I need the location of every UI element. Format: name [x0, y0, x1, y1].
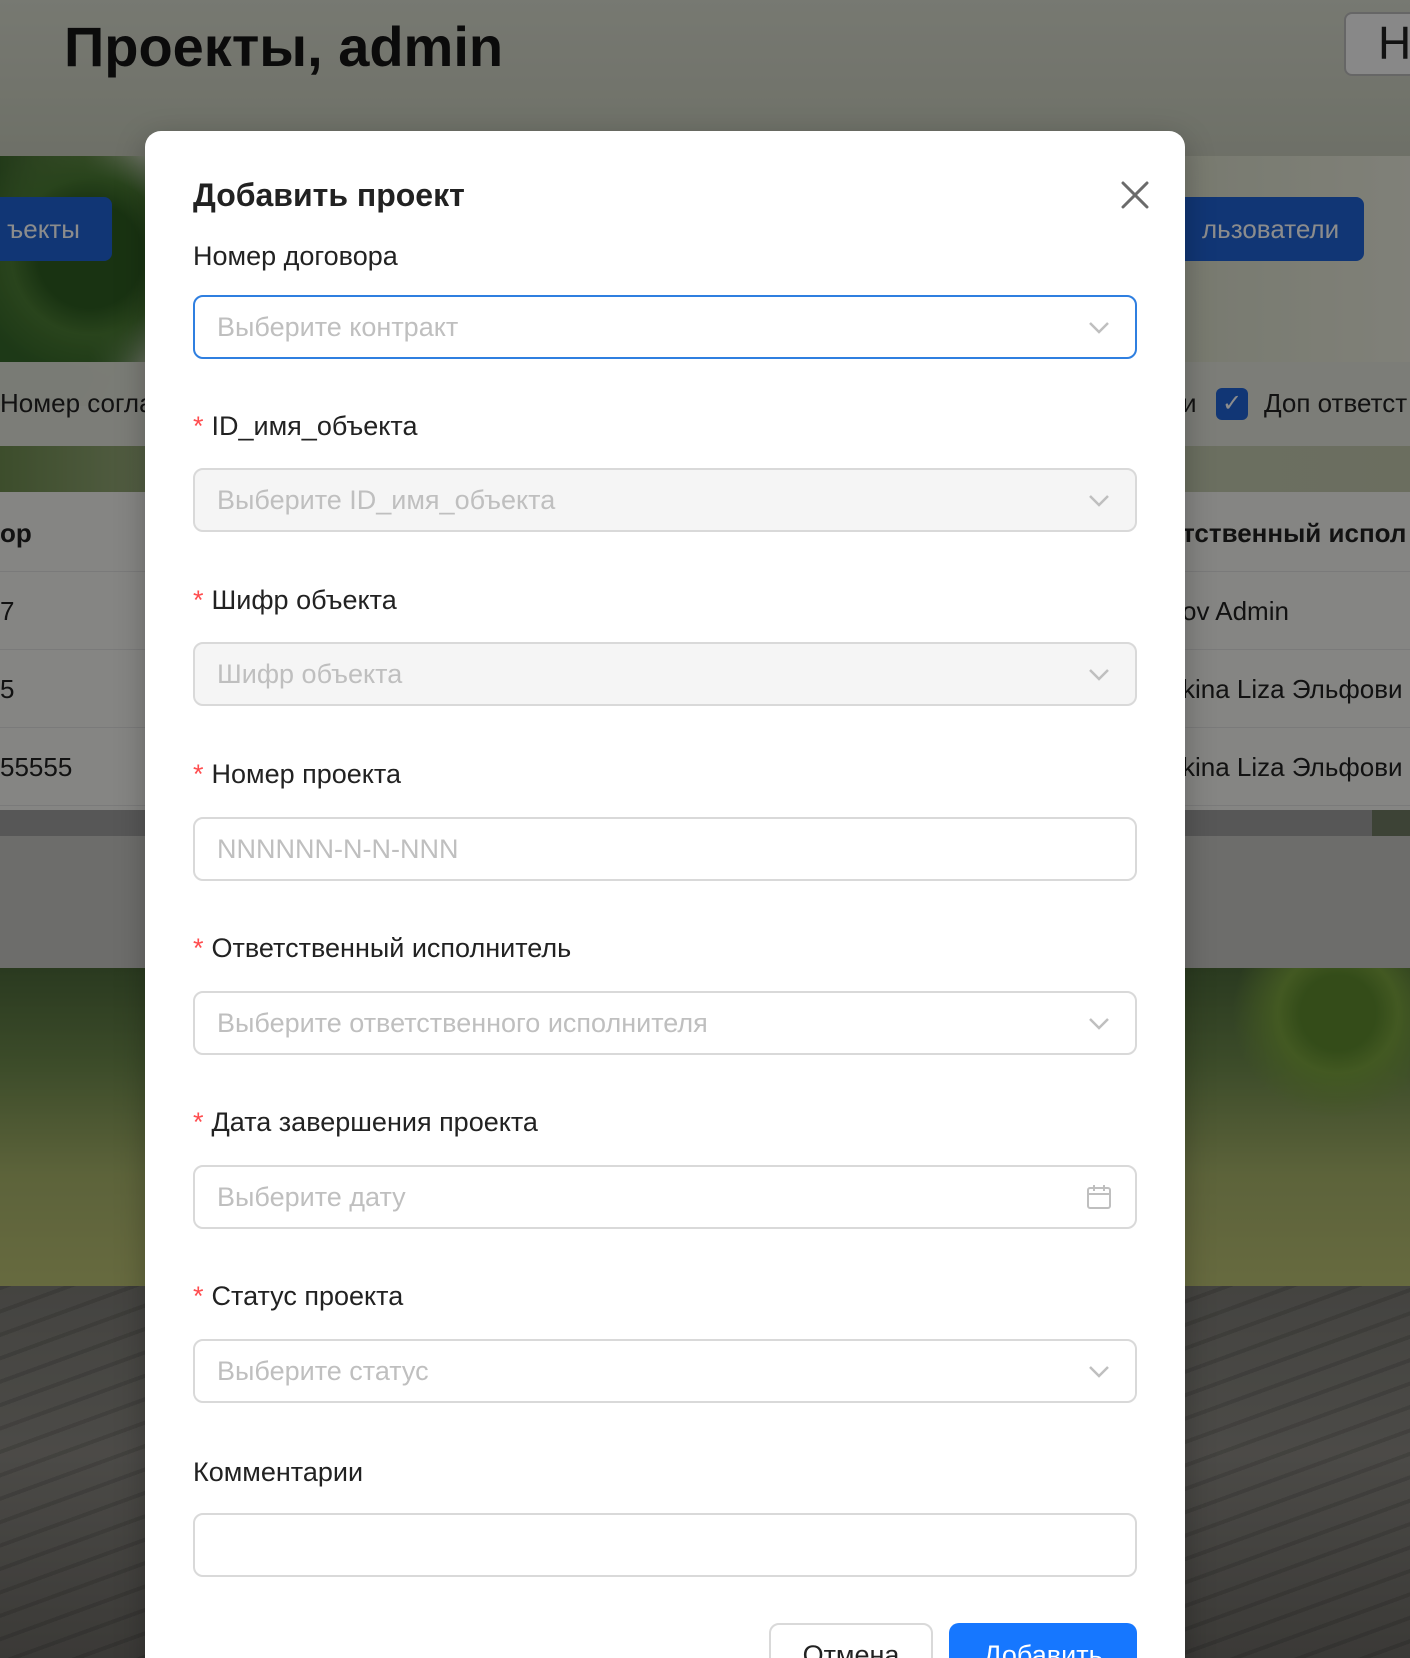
status-label: * Статус проекта — [193, 1281, 403, 1312]
project-number-label: * Номер проекта — [193, 759, 401, 790]
contract-label: Номер договора — [193, 241, 398, 272]
modal-title: Добавить проект — [193, 177, 465, 213]
required-mark: * — [193, 759, 204, 789]
executor-label: * Ответственный исполнитель — [193, 933, 571, 964]
contract-label-text: Номер договора — [193, 241, 398, 271]
comments-input[interactable] — [193, 1513, 1137, 1577]
contract-select[interactable]: Выберите контракт — [193, 295, 1137, 359]
required-mark: * — [193, 1281, 204, 1311]
project-number-label-text: Номер проекта — [211, 759, 401, 789]
object-id-select[interactable]: Выберите ID_имя_объекта — [193, 468, 1137, 532]
status-placeholder: Выберите статус — [217, 1355, 429, 1386]
object-code-label: * Шифр объекта — [193, 585, 397, 616]
object-code-select[interactable]: Шифр объекта — [193, 642, 1137, 706]
close-button[interactable] — [1109, 169, 1161, 221]
comments-label-text: Комментарии — [193, 1457, 364, 1487]
end-date-picker[interactable]: Выберите дату — [193, 1165, 1137, 1229]
cancel-button[interactable]: Отмена — [769, 1623, 933, 1658]
chevron-down-icon — [1085, 486, 1113, 514]
add-button[interactable]: Добавить — [949, 1623, 1137, 1658]
required-mark: * — [193, 585, 204, 615]
add-project-modal: Добавить проект Номер договора Выберите … — [145, 131, 1185, 1658]
executor-select[interactable]: Выберите ответственного исполнителя — [193, 991, 1137, 1055]
object-code-label-text: Шифр объекта — [211, 585, 397, 615]
end-date-placeholder: Выберите дату — [217, 1181, 406, 1212]
contract-placeholder: Выберите контракт — [217, 311, 459, 342]
calendar-icon[interactable] — [1085, 1183, 1113, 1211]
required-mark: * — [193, 411, 204, 441]
executor-placeholder: Выберите ответственного исполнителя — [217, 1007, 708, 1038]
project-number-input[interactable] — [193, 817, 1137, 881]
close-icon — [1121, 181, 1149, 209]
executor-label-text: Ответственный исполнитель — [211, 933, 572, 963]
status-select[interactable]: Выберите статус — [193, 1339, 1137, 1403]
object-code-placeholder: Шифр объекта — [217, 658, 403, 689]
comments-label: Комментарии — [193, 1457, 363, 1488]
end-date-label-text: Дата завершения проекта — [211, 1107, 538, 1137]
chevron-down-icon — [1085, 1357, 1113, 1385]
end-date-label: * Дата завершения проекта — [193, 1107, 538, 1138]
chevron-down-icon — [1085, 1009, 1113, 1037]
chevron-down-icon — [1085, 660, 1113, 688]
chevron-down-icon — [1085, 313, 1113, 341]
status-label-text: Статус проекта — [211, 1281, 404, 1311]
object-id-label-text: ID_имя_объекта — [211, 411, 418, 441]
object-id-placeholder: Выберите ID_имя_объекта — [217, 484, 556, 515]
object-id-label: * ID_имя_объекта — [193, 411, 417, 442]
required-mark: * — [193, 933, 204, 963]
required-mark: * — [193, 1107, 204, 1137]
